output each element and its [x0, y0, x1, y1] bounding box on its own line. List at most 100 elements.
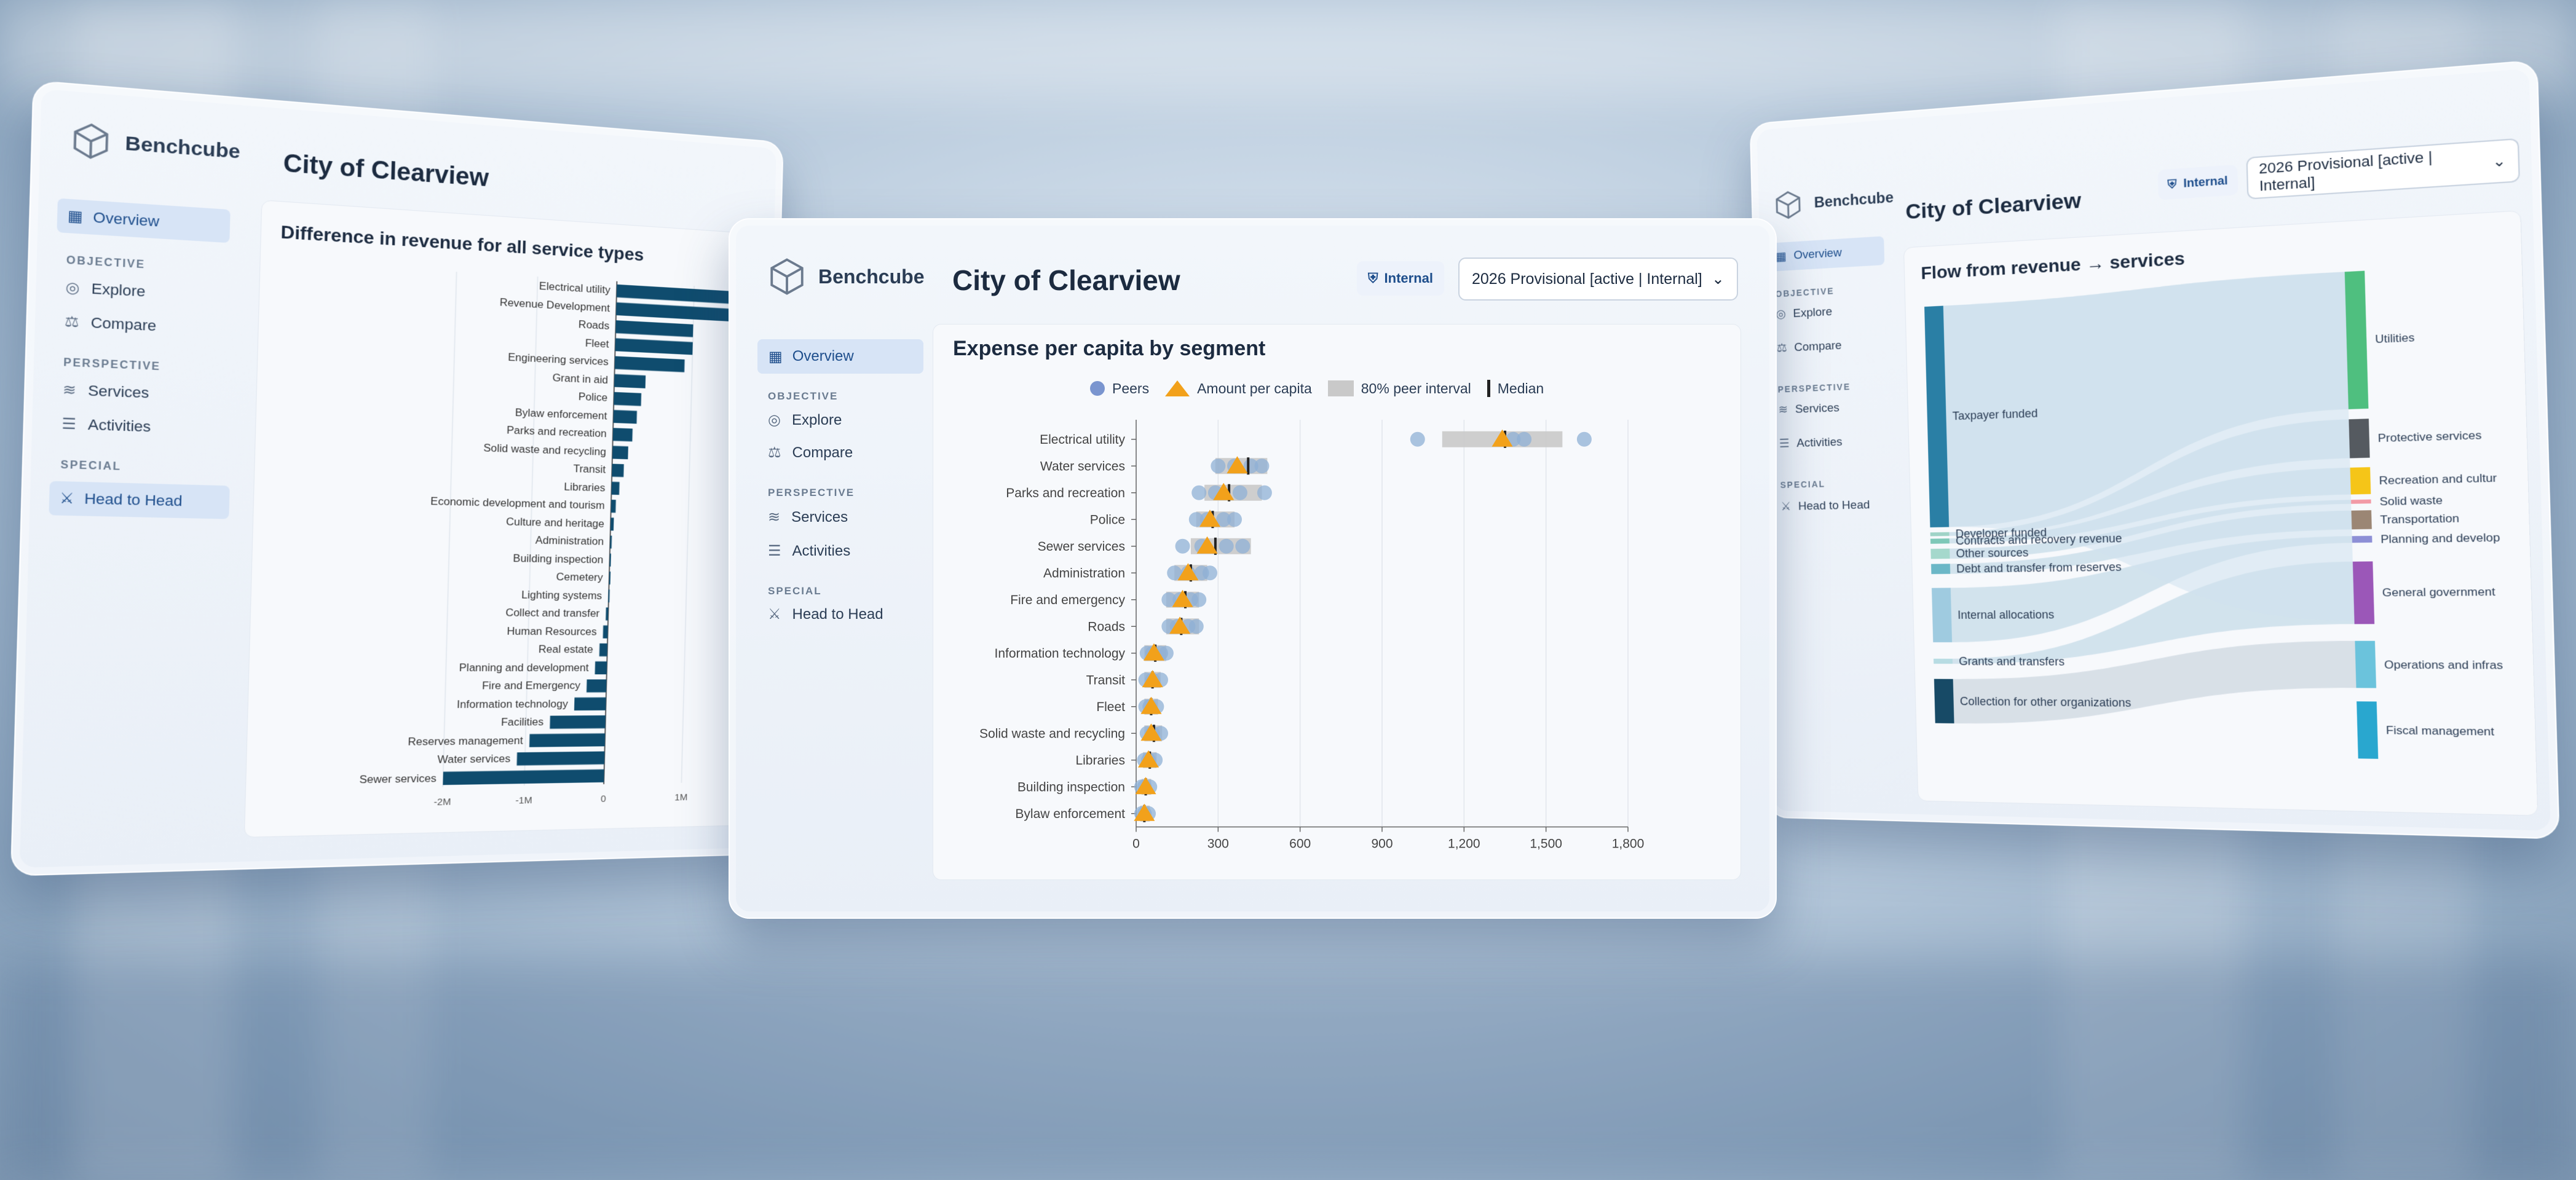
sankey-target-label: Protective services — [2377, 428, 2481, 444]
peer-dot — [1254, 458, 1269, 473]
nav-head-to-head[interactable]: ⚔ Head to Head — [768, 605, 883, 623]
nav-activities[interactable]: ☰ Activities — [61, 415, 151, 436]
sankey-source-label: Debt and transfer from reserves — [1956, 560, 2122, 575]
x-tick-label: 1,500 — [1530, 837, 1562, 851]
nav-services[interactable]: ≋ Services — [1778, 401, 1839, 417]
nav-activities-label: Activities — [792, 543, 851, 560]
nav-activities[interactable]: ☰ Activities — [1779, 435, 1843, 451]
version-select[interactable]: 2026 Provisional [active | Internal] ⌄ — [1458, 258, 1738, 301]
legend-median: Median — [1487, 380, 1544, 397]
sankey-source-node — [1930, 549, 1950, 559]
sankey-target-node — [2355, 641, 2376, 688]
legend-interval: 80% peer interval — [1328, 380, 1471, 397]
nav-explore[interactable]: ◎ Explore — [1776, 305, 1832, 322]
category-label: Reserves management — [408, 734, 523, 747]
nav-compare[interactable]: ⚖ Compare — [1777, 339, 1842, 356]
nav-services-label: Services — [1795, 401, 1840, 417]
nav-section-special: SPECIAL — [60, 460, 122, 474]
category-label: Solid waste and recycling — [979, 726, 1125, 741]
bar — [599, 643, 607, 656]
nav-overview[interactable]: ▦ Overview — [1768, 236, 1884, 272]
category-label: Fire and Emergency — [482, 679, 581, 691]
sankey-source-label: Internal allocations — [1958, 608, 2055, 621]
category-label: Engineering services — [508, 351, 609, 368]
category-label: Sewer services — [359, 772, 437, 785]
sankey-target-node — [2350, 467, 2371, 494]
category-label: Police — [1090, 513, 1125, 527]
layers-icon: ≋ — [768, 508, 780, 526]
sankey-target-label: Transportation — [2380, 512, 2459, 527]
nav-services[interactable]: ≋ Services — [63, 381, 149, 402]
category-label: Transit — [1086, 673, 1126, 687]
access-badge: ⛨ Internal — [2158, 165, 2238, 200]
grid-icon: ▦ — [768, 348, 783, 366]
scale-icon: ⚖ — [65, 313, 79, 331]
grid-icon: ▦ — [68, 207, 84, 226]
swords-icon: ⚔ — [1780, 500, 1791, 514]
sankey-target-node — [2351, 500, 2371, 504]
bar — [517, 752, 605, 766]
category-label: Fleet — [585, 337, 609, 350]
brand[interactable]: Benchcube — [1772, 182, 1894, 221]
bar — [550, 715, 606, 729]
nav-overview[interactable]: ▦ Overview — [57, 199, 230, 243]
sankey-target-node — [2357, 701, 2378, 759]
category-label: Grant in aid — [552, 371, 608, 386]
peer-dot — [1211, 458, 1225, 473]
nav-services[interactable]: ≋ Services — [768, 508, 848, 526]
brand[interactable]: Benchcube — [69, 120, 241, 171]
nav-head-to-head[interactable]: ⚔ Head to Head — [1780, 498, 1870, 514]
nav-activities[interactable]: ☰ Activities — [768, 542, 850, 560]
nav-compare[interactable]: ⚖ Compare — [65, 313, 157, 335]
peer-dot — [1191, 486, 1206, 500]
peer-dot — [1227, 512, 1242, 527]
x-tick-label: -1M — [515, 795, 532, 806]
nav-section-objective: OBJECTIVE — [768, 390, 838, 403]
category-label: Fleet — [1096, 700, 1125, 714]
nav-explore-label: Explore — [1793, 305, 1832, 320]
nav-overview[interactable]: ▦ Overview — [757, 339, 923, 374]
layers-icon: ≋ — [63, 381, 77, 399]
x-tick-label: 300 — [1207, 837, 1229, 851]
nav-compare[interactable]: ⚖ Compare — [768, 444, 853, 462]
sankey-target-label: Utilities — [2375, 331, 2415, 346]
sankey-source-node — [1934, 679, 1954, 723]
bar — [612, 464, 624, 478]
version-select[interactable]: 2026 Provisional [active | Internal] ⌄ — [2246, 138, 2520, 200]
nav-section-special: SPECIAL — [1780, 479, 1825, 490]
card-title: Flow from revenue → services — [1921, 248, 2185, 284]
category-label: Information technology — [457, 698, 568, 710]
peer-dot — [1410, 432, 1425, 447]
page-title: City of Clearview — [1905, 188, 2082, 224]
nav-compare-label: Compare — [90, 314, 156, 335]
category-label: Information technology — [995, 647, 1126, 661]
nav-head-to-head-label: Head to Head — [84, 490, 183, 509]
sankey-source-node — [1932, 588, 1952, 642]
nav-explore[interactable]: ◎ Explore — [65, 278, 146, 301]
peer-dot — [1175, 539, 1190, 554]
sankey-target-label: Fiscal management — [2386, 724, 2495, 739]
bar — [606, 607, 608, 620]
bar — [612, 446, 628, 459]
peer-dot — [1189, 619, 1204, 634]
brand[interactable]: Benchcube — [767, 256, 924, 297]
sankey-source-label: Grants and transfers — [1959, 655, 2065, 668]
x-tick-label: 0 — [601, 794, 606, 804]
bar — [615, 320, 693, 337]
category-label: Solid waste and recycling — [483, 441, 606, 458]
bar — [611, 482, 619, 495]
sidebar: Benchcube ▦ Overview OBJECTIVE ◎ Explore ⚖… — [12, 82, 250, 875]
cube-logo-icon — [69, 120, 113, 162]
revenue-diff-chart: -2M-1M01M2MElectrical utilityRevenue Dev… — [245, 247, 784, 845]
nav-explore[interactable]: ◎ Explore — [768, 411, 842, 429]
category-label: Roads — [579, 318, 610, 332]
sankey-source-node — [1934, 659, 1953, 664]
nav-explore-label: Explore — [91, 280, 146, 301]
x-tick-label: 1M — [674, 792, 687, 803]
category-label: Electrical utility — [539, 280, 611, 296]
nav-overview-label: Overview — [93, 209, 160, 230]
access-badge: ⛨ Internal — [1357, 261, 1444, 296]
shield-icon: ⛨ — [1368, 270, 1378, 286]
peer-dot — [1203, 565, 1217, 580]
nav-head-to-head[interactable]: ⚔ Head to Head — [49, 481, 229, 519]
